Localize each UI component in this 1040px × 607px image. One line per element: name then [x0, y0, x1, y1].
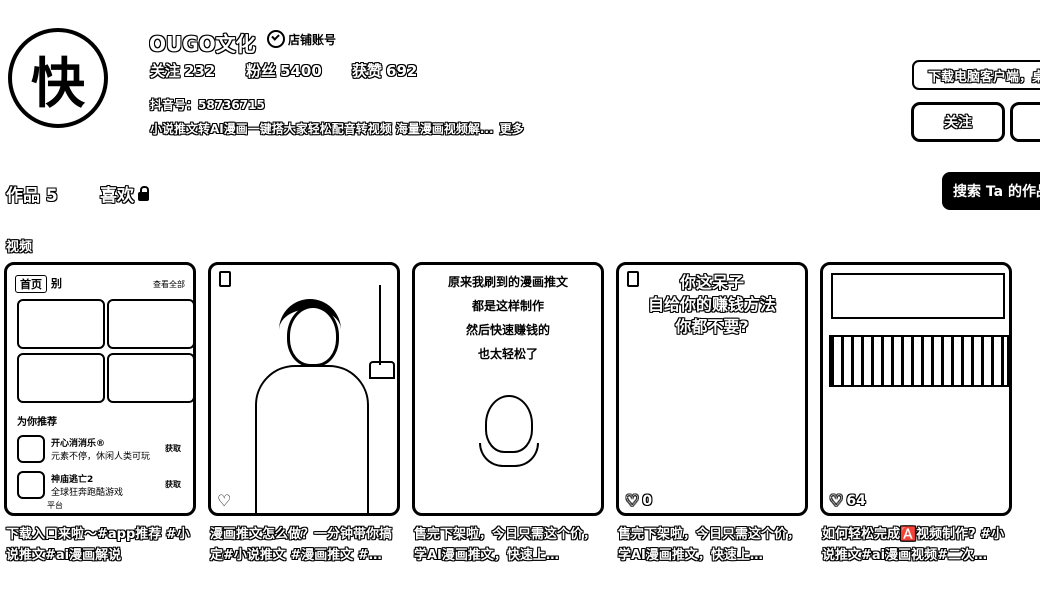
stat-likes-label: 获赞 [352, 62, 383, 80]
video-caption-1[interactable]: 下载入口来啦～#app推荐 #小说推文#ai漫画解说 [6, 524, 198, 566]
thumb-section-title: 为你推荐 [17, 417, 57, 428]
video-card-4[interactable]: 你这呆子 自给你的赚钱方法 你都不要? ♡ 0 [616, 262, 808, 516]
stat-followers-label: 粉丝 [246, 62, 277, 80]
stat-following-value: 232 [184, 62, 216, 80]
lock-icon [138, 185, 149, 201]
app-icon [17, 435, 45, 463]
search-works-button[interactable]: 搜索 Ta 的作品 [942, 172, 1040, 210]
thumb-banner [831, 273, 1005, 319]
thumb-text-line: 原来我刷到的漫画推文 [447, 275, 568, 289]
video-card-2[interactable]: ♡ [208, 262, 400, 516]
bio-text: 小说推文转AI漫画一键搭大家轻松配音转视频 海量漫画视频解... [150, 122, 494, 136]
app-icon [17, 471, 45, 499]
bio-more-link[interactable]: 更多 [500, 122, 524, 136]
thumb-tile [17, 299, 105, 349]
like-count: ♡ 64 [829, 491, 866, 510]
video-card-3[interactable]: 原来我刷到的漫画推文 都是这样制作 然后快速赚钱的 也太轻松了 [412, 262, 604, 516]
video-card-5[interactable]: ♡ 64 [820, 262, 1012, 516]
app-get: 获取 [165, 480, 181, 489]
follow-button[interactable]: 关注 [911, 102, 1005, 142]
stat-likes-value: 692 [386, 62, 418, 80]
thumb-text-line: 都是这样制作 [471, 299, 544, 313]
heart-icon: ♡ [829, 491, 844, 510]
avatar-char: 快 [31, 51, 85, 115]
user-id: 抖音号：58736715 [150, 98, 265, 112]
stat-followers[interactable]: 粉丝 5400 [246, 60, 322, 81]
video-caption-2[interactable]: 漫画推文怎么做？一分钟带你搞定#小说推文 #漫画推文 #… [210, 524, 402, 566]
download-client-label: 下载电脑客户端，桌 [928, 69, 1040, 85]
video-caption-text: 售完下架啦，今日只需这个价，学AI漫画推文，快速上… [414, 527, 597, 563]
download-client-button[interactable]: 下载电脑客户端，桌 [912, 60, 1040, 90]
thumb-bottom-text: 平台 [47, 501, 63, 510]
thumb-person-body [255, 365, 369, 513]
thumb-person-head [287, 305, 339, 367]
search-works-label: 搜索 Ta 的作品 [953, 184, 1040, 200]
stat-likes: 获赞 692 [352, 60, 417, 81]
avatar[interactable]: 快 [8, 28, 108, 128]
more-actions-button[interactable] [1010, 102, 1040, 142]
thumb-text-line: 然后快速赚钱的 [465, 323, 550, 337]
app-name: 开心消消乐® [51, 439, 106, 449]
thumb-text-line: 自给你的赚钱方法 [647, 295, 776, 314]
stat-following[interactable]: 关注 232 [150, 60, 215, 81]
thumb-text-line: 你都不要? [675, 317, 749, 336]
thumb-app-row: 神庙逃亡2 全球狂奔跑酷游戏 [17, 471, 123, 499]
app-name: 神庙逃亡2 [51, 475, 94, 485]
heart-icon: ♡ [217, 491, 232, 510]
like-count-value: 64 [846, 493, 866, 509]
shop-account-badge[interactable]: 店铺账号 [267, 30, 336, 48]
profile-bio: 小说推文转AI漫画一键搭大家轻松配音转视频 海量漫画视频解... 更多 [150, 120, 524, 137]
thumb-tab-other: 别 [51, 277, 62, 290]
thumb-tile [107, 353, 193, 403]
tab-works[interactable]: 作品 5 [6, 181, 58, 206]
video-caption-5[interactable]: 如何轻松完成🅰️视频制作? #小说推文#ai漫画视频#二次… [822, 524, 1014, 566]
thumb-tabbar: 首页 别 [15, 275, 62, 293]
thumb-view-all: 查看全部 [153, 280, 185, 289]
thumb-text-line: 你这呆子 [679, 273, 744, 292]
video-caption-3[interactable]: 售完下架啦，今日只需这个价，学AI漫画推文，快速上… [414, 524, 606, 566]
app-sub: 全球狂奔跑酷游戏 [51, 488, 124, 498]
verified-check-icon [267, 30, 285, 48]
section-label-video: 视频 [6, 240, 33, 255]
video-caption-text: 漫画推文怎么做？一分钟带你搞定#小说推文 #漫画推文 #… [210, 527, 393, 563]
thumb-tab-home: 首页 [15, 275, 47, 293]
like-count: ♡ 0 [625, 491, 653, 510]
badge-label: 店铺账号 [288, 32, 337, 47]
thumb-tile [17, 353, 105, 403]
follow-label: 关注 [944, 115, 972, 131]
thumb-tile [107, 299, 193, 349]
video-caption-text: 如何轻松完成🅰️视频制作? #小说推文#ai漫画视频#二次… [822, 527, 1005, 563]
heart-icon: ♡ [625, 491, 640, 510]
thumb-app-row: 开心消消乐® 元素不停，休闲人类可玩 [17, 435, 150, 463]
thumb-lamp-shade [369, 361, 395, 379]
app-get: 获取 [165, 444, 181, 453]
profile-name: OUGO文化 [149, 32, 256, 56]
thumb-lamp [379, 285, 381, 365]
thumb-character-base [479, 443, 539, 467]
pin-icon [219, 271, 231, 287]
video-caption-text: 下载入口来啦～#app推荐 #小说推文#ai漫画解说 [6, 527, 190, 563]
video-caption-4[interactable]: 售完下架啦，今日只需这个价，学AI漫画推文，快速上… [618, 524, 810, 566]
thumb-text-line: 也太轻松了 [477, 347, 538, 361]
stat-followers-value: 5400 [280, 62, 322, 80]
app-sub: 元素不停，休闲人类可玩 [51, 452, 151, 462]
video-card-1[interactable]: 首页 别 查看全部 为你推荐 开心消消乐® 元素不停，休闲人类可玩 获取 神庙逃亡… [4, 262, 196, 516]
tab-likes-label: 喜欢 [100, 186, 134, 206]
like-count-value: 0 [642, 493, 653, 509]
thumb-comic-strip [829, 335, 1009, 387]
video-caption-text: 售完下架啦，今日只需这个价，学AI漫画推文，快速上… [618, 527, 801, 563]
stat-following-label: 关注 [150, 62, 181, 80]
tab-likes[interactable]: 喜欢 [100, 181, 149, 206]
like-count: ♡ [217, 493, 231, 509]
